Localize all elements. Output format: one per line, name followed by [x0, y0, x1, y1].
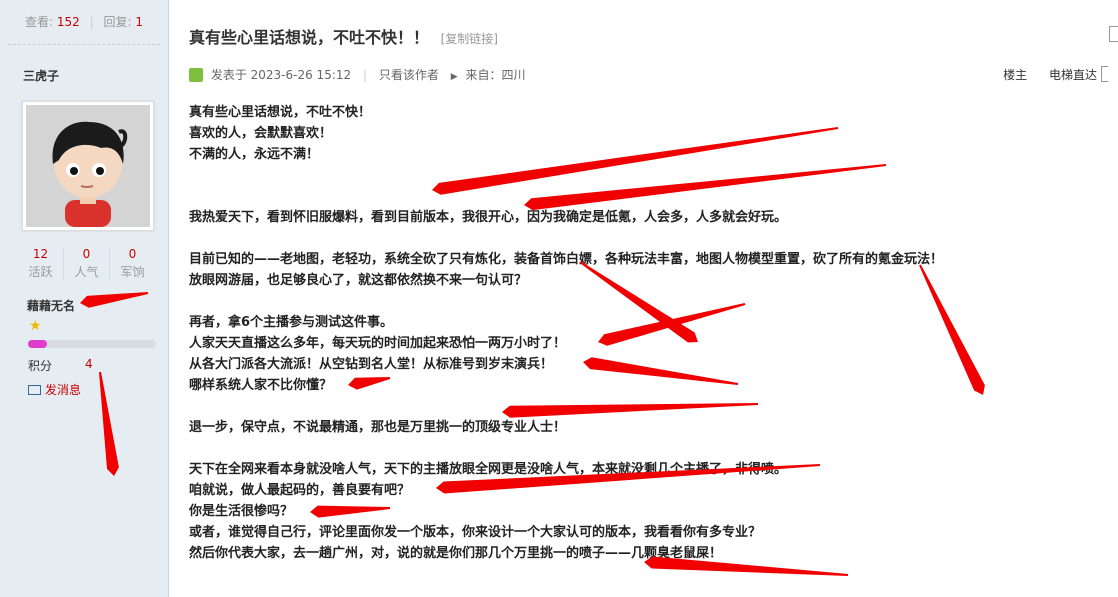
meta-divider: |	[362, 68, 368, 82]
envelope-icon	[28, 385, 41, 395]
count-value: 0	[128, 247, 137, 261]
online-status-icon	[189, 68, 203, 82]
avatar-image	[26, 105, 150, 227]
post-main: 真有些心里话想说，不吐不快！！ [复制链接] 发表于 2023-6-26 15:…	[169, 0, 1118, 597]
avatar[interactable]	[22, 101, 154, 231]
replies-count: 1	[135, 15, 143, 29]
count-value: 12	[32, 247, 49, 261]
post-line: 真有些心里话想说，不吐不快！	[189, 105, 372, 120]
level-progress-bar	[28, 340, 156, 348]
stats-divider: |	[89, 15, 94, 29]
post-line: 目前已知的——老地图，老轻功，系统全砍了只有炼化，装备首饰白嫖，各种玩法丰富，地…	[189, 252, 944, 267]
post-source: 来自：四川	[465, 68, 526, 82]
count-popularity[interactable]: 0 人气	[64, 247, 110, 280]
post-line: 人家天天直播这么多年，每天玩的时间加起来恐怕一两万小时了！	[189, 336, 567, 351]
post-content: 真有些心里话想说，不吐不快！ 喜欢的人，会默默喜欢！ 不满的人，永远不满！ 我热爱天下…	[189, 102, 1089, 564]
post-line: 或者，谁觉得自己行，评论里面你发一个版本，你来设计一个大家认可的版本，我看看你有…	[189, 525, 762, 540]
post-line: 再者，拿6个主播参与测试这件事。	[189, 315, 394, 330]
post-line: 退一步，保守点，不说最精通，那也是万里挑一的顶级专业人士！	[189, 420, 567, 435]
thread-stats: 查看: 152 | 回复: 1	[8, 0, 160, 45]
copy-link-button[interactable]: [复制链接]	[441, 32, 498, 46]
count-funds[interactable]: 0 军饷	[110, 247, 155, 280]
count-value: 0	[82, 247, 91, 261]
triangle-right-icon: ▶	[450, 72, 458, 82]
author-sidebar: 查看: 152 | 回复: 1 三虎子 12 活跃 0 人气 0 军饷 藉藉无名…	[0, 0, 169, 597]
send-message-link[interactable]: 发消息	[28, 381, 81, 398]
score-label: 积分	[28, 359, 53, 373]
post-line: 我热爱天下，看到怀旧服爆料，看到目前版本，我很开心，因为我确定是低氪，人会多，人…	[189, 210, 788, 225]
post-line: 天下在全网来看本身就没啥人气，天下的主播放眼全网更是没啥人气，本来就没剩几个主播…	[189, 462, 788, 477]
author-counts: 12 活跃 0 人气 0 军饷	[18, 247, 155, 280]
post-line: 哪样系统人家不比你懂？	[189, 378, 333, 393]
floor-controls: 楼主 电梯直达	[985, 66, 1108, 83]
count-label: 活跃	[28, 265, 53, 279]
post-line: 喜欢的人，会默默喜欢！	[189, 126, 333, 141]
floor-label: 楼主	[1003, 68, 1028, 82]
post-line: 不满的人，永远不满！	[189, 147, 320, 162]
post-meta: 发表于 2023-6-26 15:12 | 只看该作者 ▶ 来自：四川	[189, 66, 525, 83]
author-name[interactable]: 三虎子	[0, 45, 168, 84]
views-label: 查看:	[25, 15, 54, 29]
print-icon[interactable]	[1109, 26, 1118, 42]
score-value: 4	[85, 357, 93, 371]
count-label: 军饷	[120, 265, 145, 279]
views-count: 152	[56, 15, 80, 29]
post-line: 然后你代表大家，去一趟广州，对，说的就是你们那几个万里挑一的喷子——几颗臭老鼠屎…	[189, 546, 723, 561]
post-date: 发表于 2023-6-26 15:12	[210, 68, 352, 82]
user-rank[interactable]: 藉藉无名	[27, 297, 75, 314]
star-icon: ★	[29, 318, 42, 334]
count-activity[interactable]: 12 活跃	[18, 247, 64, 280]
only-author-link[interactable]: 只看该作者	[379, 68, 439, 82]
count-label: 人气	[74, 265, 99, 279]
elevator-input[interactable]	[1101, 66, 1108, 82]
thread-title-text: 真有些心里话想说，不吐不快！！	[189, 28, 430, 47]
level-progress-fill	[28, 340, 48, 348]
score-row: 积分 4	[28, 357, 93, 374]
replies-label: 回复:	[103, 15, 132, 29]
post-line: 从各大门派各大流派！从空钻到名人堂！从标准号到岁末演兵！	[189, 357, 554, 372]
post-line: 放眼网游届，也足够良心了，就这都依然换不来一句认可？	[189, 273, 528, 288]
post-line: 咱就说，做人最起码的，善良要有吧？	[189, 483, 411, 498]
elevator-link[interactable]: 电梯直达	[1049, 68, 1097, 82]
post-line: 你是生活很惨吗？	[189, 504, 294, 519]
thread-title: 真有些心里话想说，不吐不快！！ [复制链接]	[189, 24, 498, 48]
send-message-label: 发消息	[45, 383, 82, 397]
